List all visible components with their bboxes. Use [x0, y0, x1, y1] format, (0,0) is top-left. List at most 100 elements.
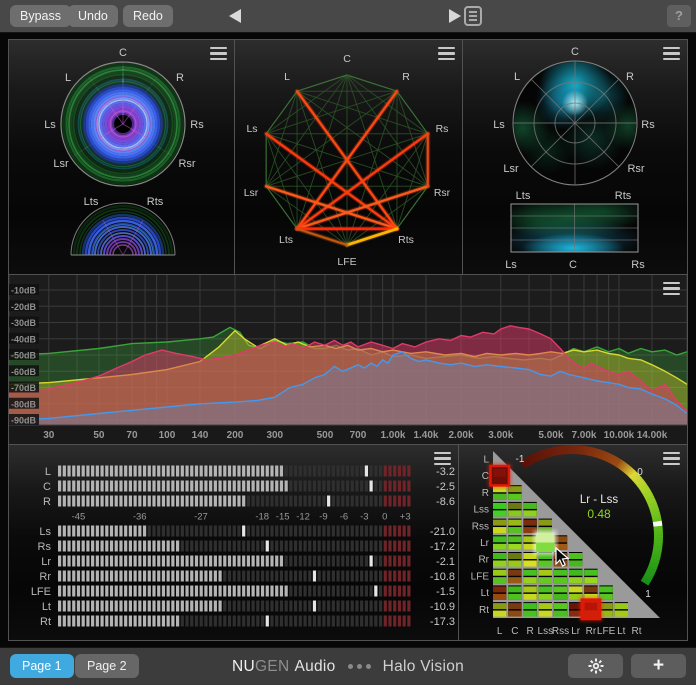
- meter-segment: [105, 601, 108, 612]
- undo-button[interactable]: Undo: [68, 5, 118, 27]
- meter-segment: [289, 541, 292, 552]
- meter-segment: [403, 571, 406, 582]
- matrix-cell[interactable]: [493, 569, 506, 583]
- panel-menu-icon[interactable]: [210, 47, 227, 60]
- meter-segment: [379, 616, 382, 627]
- meter-segment: [407, 481, 410, 492]
- matrix-cell[interactable]: [554, 602, 567, 616]
- matrix-cell[interactable]: [508, 519, 521, 533]
- matrix-cell[interactable]: [493, 535, 506, 549]
- gauge-arc-segment: [528, 460, 530, 461]
- panel-menu-icon[interactable]: [663, 282, 680, 295]
- panel-menu-icon[interactable]: [663, 452, 680, 465]
- matrix-cell[interactable]: [493, 552, 506, 566]
- meter-segment: [299, 586, 302, 597]
- meter-segment: [105, 556, 108, 567]
- matrix-cell[interactable]: [508, 552, 521, 566]
- matrix-cell[interactable]: [493, 602, 506, 616]
- page-2-tab[interactable]: Page 2: [75, 654, 139, 678]
- meter-segment: [285, 481, 288, 492]
- add-panel-button[interactable]: +: [631, 654, 686, 678]
- gauge-zero-label: 0: [637, 467, 643, 478]
- matrix-cell[interactable]: [493, 585, 506, 599]
- matrix-cell[interactable]: [523, 602, 536, 616]
- gauge-arc-segment: [655, 559, 656, 562]
- meter-segment: [185, 496, 188, 507]
- meter-segment: [336, 541, 339, 552]
- meter-segment: [336, 556, 339, 567]
- meter-segment: [308, 481, 311, 492]
- history-list-icon[interactable]: [464, 6, 482, 26]
- meter-segment: [129, 616, 132, 627]
- panel-menu-icon[interactable]: [434, 452, 451, 465]
- meter-segment: [204, 586, 207, 597]
- matrix-cell[interactable]: [539, 585, 552, 599]
- meter-segment: [105, 466, 108, 477]
- meter-segment: [115, 541, 118, 552]
- matrix-cell[interactable]: [539, 602, 552, 616]
- gauge-arc-segment: [595, 453, 598, 454]
- meter-segment: [407, 556, 410, 567]
- meter-segment: [228, 586, 231, 597]
- freq-tick-label: 100: [159, 430, 176, 441]
- gauge-arc-segment: [630, 472, 632, 474]
- meter-segment: [247, 571, 250, 582]
- meter-segment: [204, 496, 207, 507]
- meter-segment: [370, 616, 373, 627]
- channel-label: C: [571, 46, 579, 58]
- matrix-cell[interactable]: [539, 569, 552, 583]
- meter-segment: [261, 541, 264, 552]
- panel-menu-icon[interactable]: [438, 47, 455, 60]
- matrix-cell[interactable]: [569, 569, 582, 583]
- meter-segment: [303, 586, 306, 597]
- meter-segment: [374, 571, 377, 582]
- meter-segment: [256, 466, 259, 477]
- matrix-cell[interactable]: [523, 585, 536, 599]
- matrix-cell[interactable]: [523, 569, 536, 583]
- meter-segment: [200, 481, 203, 492]
- meter-segment: [218, 586, 221, 597]
- history-back-icon[interactable]: [229, 9, 241, 23]
- bypass-button[interactable]: Bypass: [10, 5, 71, 27]
- matrix-cell[interactable]: [508, 502, 521, 516]
- meter-scale-tick: -36: [133, 512, 147, 523]
- help-button[interactable]: ?: [667, 5, 691, 27]
- page-1-tab[interactable]: Page 1: [10, 654, 74, 678]
- meter-segment: [303, 496, 306, 507]
- meter-segment: [100, 481, 103, 492]
- meter-segment: [100, 526, 103, 537]
- panel-menu-icon[interactable]: [663, 47, 680, 60]
- meter-segment: [256, 616, 259, 627]
- meter-segment: [355, 601, 358, 612]
- matrix-cell[interactable]: [523, 502, 536, 516]
- meter-segment: [138, 496, 141, 507]
- meter-segment: [190, 496, 193, 507]
- meter-segment: [403, 526, 406, 537]
- matrix-cell[interactable]: [493, 502, 506, 516]
- matrix-cell[interactable]: [584, 569, 597, 583]
- top-toolbar: Bypass Undo Redo ?: [0, 0, 696, 33]
- matrix-cell[interactable]: [493, 519, 506, 533]
- meter-segment: [407, 616, 410, 627]
- matrix-cell[interactable]: [508, 602, 521, 616]
- meter-segment: [72, 541, 75, 552]
- matrix-cell[interactable]: [615, 602, 628, 616]
- redo-button[interactable]: Redo: [123, 5, 173, 27]
- matrix-cell[interactable]: [554, 569, 567, 583]
- matrix-cell-hovered[interactable]: [536, 533, 554, 543]
- settings-button[interactable]: [568, 654, 623, 678]
- gauge-arc-segment: [632, 474, 634, 476]
- meter-segment: [152, 541, 155, 552]
- history-forward-icon[interactable]: [449, 9, 461, 23]
- matrix-cell[interactable]: [569, 552, 582, 566]
- meter-segment: [266, 481, 269, 492]
- meter-segment: [346, 571, 349, 582]
- matrix-cell[interactable]: [508, 585, 521, 599]
- meter-segment: [171, 601, 174, 612]
- matrix-cell[interactable]: [508, 535, 521, 549]
- meter-segment: [289, 526, 292, 537]
- meter-segment: [162, 481, 165, 492]
- matrix-cell[interactable]: [554, 585, 567, 599]
- meter-segment: [124, 496, 127, 507]
- matrix-cell[interactable]: [508, 569, 521, 583]
